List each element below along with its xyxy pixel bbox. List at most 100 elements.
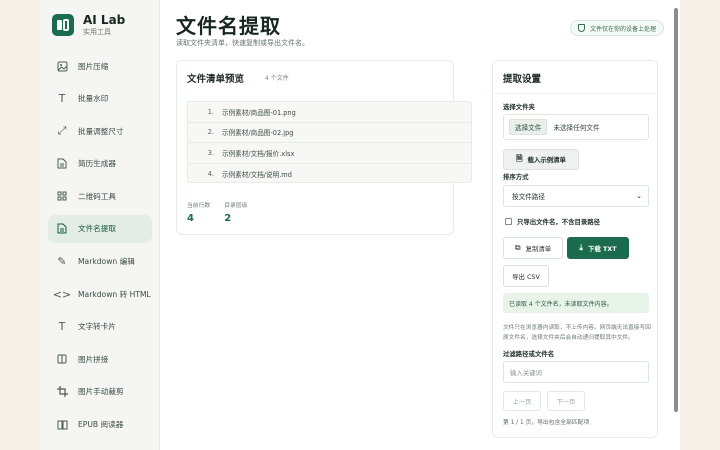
filename-only-label: 只导出文件名，不含目录路径 [517,218,601,226]
sidebar-item-label: Markdown 编辑 [78,257,135,267]
load-sample-button[interactable]: 🗎 载入示例清单 [503,149,579,170]
image-icon [56,60,68,72]
file-list: 1. 示例素材/商品图-01.png 2. 示例素材/商品图-02.jpg 3. 示例… [187,101,472,183]
privacy-badge-label: 文件仅在你的设备上处理 [590,25,657,33]
settings-title: 提取设置 [503,74,542,85]
file-list-preview-card: 文件清单预览 4 个文件 1. 示例素材/商品图-01.png 2. 示例素材/商品… [176,60,472,235]
stat-label: 目录层级 [224,203,248,209]
status-notice: 已读取 4 个文件名，未读取文件内容。 [503,293,649,313]
load-sample-label: 载入示例清单 [527,156,566,164]
filename-only-checkbox[interactable] [505,218,512,225]
folder-label: 选择文件夹 [503,103,535,111]
app-subtitle: 实用工具 [83,28,111,36]
stat-row-count: 当前行数 4 [187,200,210,224]
sidebar-item-filename-extract[interactable]: 文件名提取 [48,214,152,243]
sidebar-item-markdown-html[interactable]: <> Markdown 转 HTML [48,280,152,308]
file-count: 4 个文件 [265,75,289,82]
app-name: AI Lab [83,13,126,27]
document-icon: 🗎 [516,153,523,163]
sort-value: 按文件路径 [512,193,545,201]
logo-icon [52,14,74,36]
sidebar-item-label: 图片手动裁剪 [78,387,124,397]
stat-value: 4 [187,213,194,224]
text-icon: T [58,320,66,334]
file-index: 1. [207,107,214,116]
book-icon [56,419,68,431]
scrollbar[interactable] [674,8,678,412]
sidebar-item-text-card[interactable]: T 文字转卡片 [48,313,152,341]
sort-select[interactable]: 按文件路径 ⌄ [503,185,649,207]
file-index: 4. [207,169,214,178]
copy-label: 复制清单 [525,244,552,253]
file-index: 2. [207,128,214,137]
picker-status: 未选择任何文件 [553,124,600,132]
stat-value: 2 [224,213,232,224]
list-item: 3. 示例素材/文档/报价.xlsx [188,143,471,164]
preview-title: 文件清单预览 [187,74,245,85]
sidebar-item-resume[interactable]: 简历生成器 [48,150,152,178]
file-path: 示例素材/商品图-01.png [222,108,296,117]
sidebar-item-label: 文字转卡片 [78,322,116,332]
sidebar-item-markdown-edit[interactable]: ✎ Markdown 编辑 [48,248,152,276]
privacy-note: 文件只在浏览器内读取，不上传内容。网页端无法直接写回原文件名，选择文件夹后会自动… [503,325,651,341]
sidebar-nav: 图片压缩 T 批量水印 ⤢ 批量调整尺寸 简历生成器 二维码工具 文件名提取 ✎ Ma… [48,52,152,443]
file-path: 示例素材/文档/报价.xlsx [222,149,295,158]
sidebar-item-watermark[interactable]: T 批量水印 [48,85,152,113]
list-item: 4. 示例素材/文档/说明.md [188,164,471,185]
resize-icon: ⤢ [57,124,67,138]
next-page-button[interactable]: 下一页 [547,391,585,411]
sort-label: 排序方式 [503,173,529,181]
download-txt-button[interactable]: ⤓ 下载 TXT [567,237,629,259]
sidebar-item-label: 文件名提取 [78,224,116,234]
sidebar-item-image-stitch[interactable]: 图片拼接 [48,345,152,373]
app-window: AI Lab 实用工具 图片压缩 T 批量水印 ⤢ 批量调整尺寸 简历生成器 二维码… [40,0,680,450]
download-label: 下载 TXT [587,244,617,253]
privacy-badge: 文件仅在你的设备上处理 [570,20,665,36]
file-path: 示例素材/文档/说明.md [222,170,292,179]
stats: 当前行数 4 目录层级 2 [187,200,261,224]
list-item: 2. 示例素材/商品图-02.jpg [188,123,471,143]
folder-picker[interactable]: 选择文件 未选择任何文件 [503,114,649,140]
document-icon [56,158,68,170]
sidebar-item-qrcode[interactable]: 二维码工具 [48,182,152,210]
divider [493,93,659,94]
chevron-down-icon: ⌄ [636,192,642,200]
sidebar-item-label: 图片拼接 [78,354,109,364]
code-icon: <> [52,287,72,301]
pager-info: 第 1 / 1 页，导出包含全部匹配项 [503,420,590,426]
shield-icon [578,24,585,32]
text-icon: T [58,92,66,106]
crop-icon [56,386,68,398]
choose-file-button[interactable]: 选择文件 [509,119,548,135]
settings-card: 提取设置 选择文件夹 选择文件 未选择任何文件 🗎 载入示例清单 排序方式 按文件… [492,60,659,438]
list-item: 1. 示例素材/商品图-01.png [188,102,471,123]
sidebar-item-crop[interactable]: 图片手动裁剪 [48,378,152,406]
file-icon [56,223,68,235]
file-index: 3. [207,148,214,157]
sidebar: AI Lab 实用工具 图片压缩 T 批量水印 ⤢ 批量调整尺寸 简历生成器 二维码… [40,0,160,450]
sidebar-item-label: 二维码工具 [78,191,116,201]
copy-list-button[interactable]: ⧉ 复制清单 [503,237,563,259]
prev-page-button[interactable]: 上一页 [503,391,541,411]
filename-only-option[interactable]: 只导出文件名，不含目录路径 [505,217,600,226]
stat-dir-depth: 目录层级 2 [224,200,247,224]
sidebar-item-label: 简历生成器 [78,159,116,169]
export-csv-button[interactable]: 导出 CSV [503,265,549,287]
sidebar-item-epub[interactable]: EPUB 阅读器 [48,411,152,439]
sidebar-item-label: Markdown 转 HTML [78,289,151,299]
filter-input[interactable]: 输入关键词 [503,361,649,383]
page-title: 文件名提取 [176,14,281,38]
pen-icon: ✎ [57,255,67,269]
logo[interactable]: AI Lab 实用工具 [52,13,125,37]
sidebar-item-label: 批量调整尺寸 [78,126,124,136]
sidebar-item-label: 图片压缩 [78,61,109,71]
download-icon: ⤓ [579,243,583,252]
filter-label: 过滤路径或文件名 [503,350,555,358]
sidebar-item-resize[interactable]: ⤢ 批量调整尺寸 [48,117,152,145]
sidebar-item-image-compress[interactable]: 图片压缩 [48,52,152,80]
grid-icon [56,353,68,365]
stat-label: 当前行数 [187,203,211,209]
main-content: 文件名提取 读取文件夹清单，快速复制或导出文件名。 文件仅在你的设备上处理 文件… [160,0,680,450]
sidebar-item-label: EPUB 阅读器 [78,420,124,430]
sidebar-item-label: 批量水印 [78,94,109,104]
